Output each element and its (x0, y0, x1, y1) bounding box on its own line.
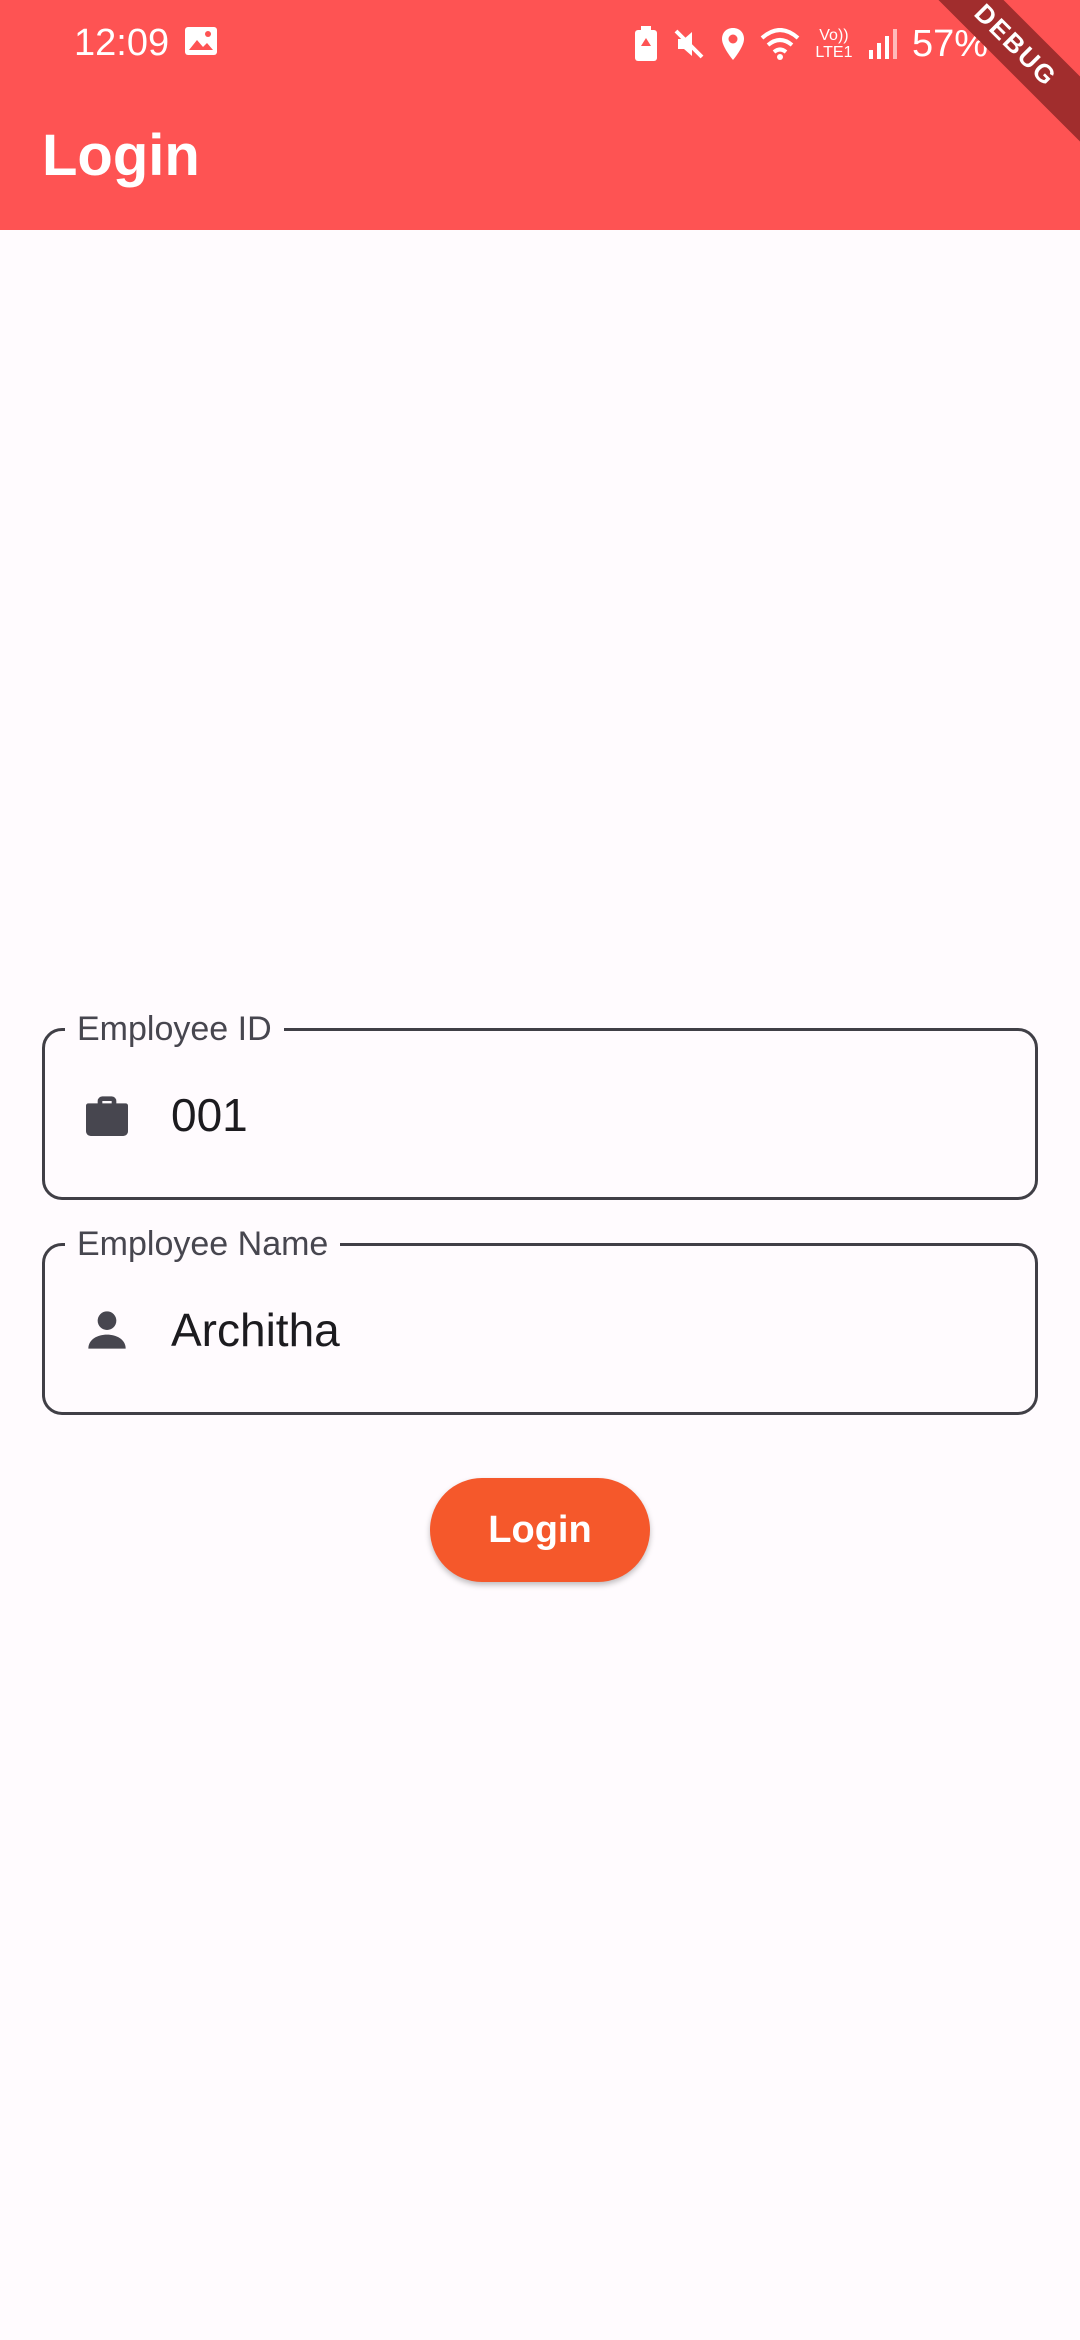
employee-name-input[interactable]: Architha (171, 1300, 340, 1360)
employee-name-field[interactable]: Employee Name Architha (42, 1216, 1038, 1415)
app-bar: 12:09 Vo)) LTE1 57% Login DEBUG (0, 0, 1080, 230)
employee-id-label: Employee ID (65, 1001, 284, 1057)
status-bar: 12:09 Vo)) LTE1 57% (0, 0, 1080, 86)
employee-name-label: Employee Name (65, 1216, 341, 1272)
gallery-icon (185, 27, 217, 55)
employee-id-input[interactable]: 001 (171, 1085, 248, 1145)
briefcase-icon (86, 1096, 128, 1136)
mute-icon (674, 29, 704, 59)
battery-saver-icon (634, 26, 657, 61)
employee-id-field[interactable]: Employee ID 001 (42, 1001, 1038, 1200)
page-title: Login (42, 123, 200, 188)
wifi-icon (760, 28, 800, 60)
status-icons: Vo)) LTE1 57% (634, 22, 1020, 66)
status-time: 12:09 (74, 22, 170, 64)
volte-label: Vo)) LTE1 (815, 27, 853, 61)
signal-icon (868, 29, 897, 59)
location-icon (721, 28, 744, 60)
person-icon (88, 1311, 126, 1349)
login-button[interactable]: Login (430, 1478, 650, 1582)
